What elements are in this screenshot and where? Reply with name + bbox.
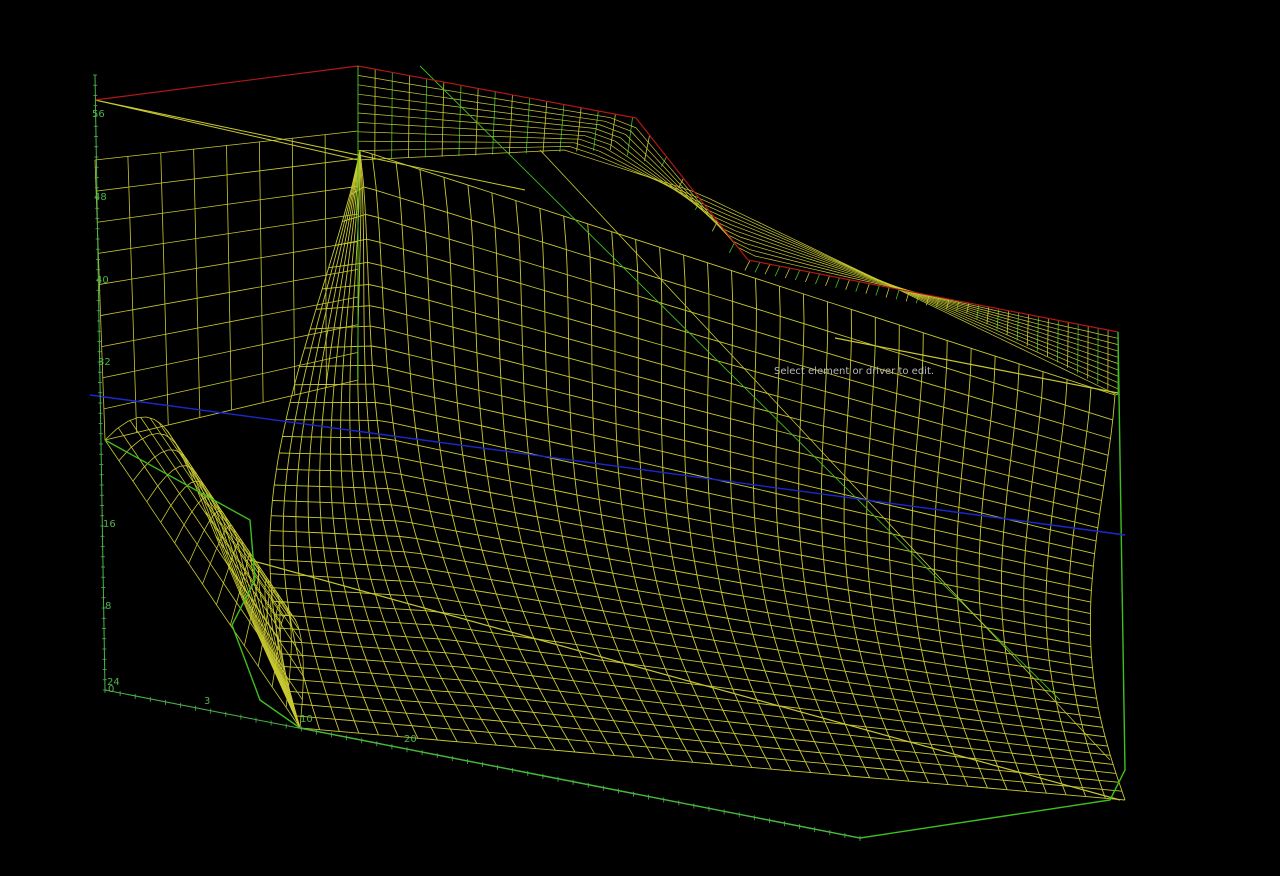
bottom-grid-line[interactable] bbox=[173, 439, 294, 617]
transom-grid-line[interactable] bbox=[226, 145, 232, 411]
bottom-grid-line[interactable] bbox=[129, 420, 304, 677]
side-station-line[interactable] bbox=[815, 273, 820, 285]
side-panel-row[interactable] bbox=[357, 140, 1118, 383]
bottom-grid-line[interactable] bbox=[104, 416, 301, 729]
side-station-line[interactable] bbox=[525, 98, 531, 154]
station-line[interactable] bbox=[295, 158, 359, 732]
transom-grid-line[interactable] bbox=[160, 152, 169, 426]
side-station-line[interactable] bbox=[1046, 318, 1049, 357]
waterline-contour[interactable] bbox=[322, 284, 1104, 487]
bottom-grid-line[interactable] bbox=[140, 416, 304, 658]
side-station-line[interactable] bbox=[855, 281, 860, 292]
bottom-grid-line[interactable] bbox=[202, 524, 301, 729]
waterline-contour[interactable] bbox=[296, 715, 1123, 792]
bottom-grid-line[interactable] bbox=[251, 621, 286, 670]
station-line[interactable] bbox=[443, 177, 576, 753]
bottom-grid-line[interactable] bbox=[180, 453, 290, 614]
side-station-line[interactable] bbox=[508, 94, 513, 155]
side-panel-row[interactable] bbox=[357, 131, 1118, 377]
side-station-line[interactable] bbox=[744, 260, 751, 271]
side-station-line[interactable] bbox=[559, 104, 565, 153]
side-station-line[interactable] bbox=[1036, 316, 1039, 352]
bottom-grid-line[interactable] bbox=[117, 427, 303, 700]
side-station-line[interactable] bbox=[754, 262, 761, 273]
bottom-grid-line[interactable] bbox=[149, 417, 302, 642]
side-station-line[interactable] bbox=[627, 117, 633, 156]
bottom-grid-line[interactable] bbox=[196, 489, 284, 618]
hull-mesh-layer[interactable] bbox=[94, 65, 1126, 801]
side-station-line[interactable] bbox=[728, 242, 735, 253]
vertical-tick-label: 0 bbox=[108, 684, 114, 695]
waterline-contour[interactable] bbox=[310, 325, 1100, 515]
side-panel-row[interactable] bbox=[357, 75, 1118, 339]
side-station-line[interactable] bbox=[542, 101, 548, 153]
side-station-line[interactable] bbox=[492, 91, 496, 155]
side-station-line[interactable] bbox=[845, 279, 850, 290]
vertical-tick-label: 48 bbox=[94, 192, 107, 203]
waterline-contour[interactable] bbox=[328, 261, 1107, 472]
side-station-line[interactable] bbox=[895, 289, 900, 300]
waterline-contour[interactable] bbox=[304, 345, 1098, 529]
side-station-line[interactable] bbox=[875, 285, 880, 296]
side-station-line[interactable] bbox=[784, 267, 791, 279]
side-station-line[interactable] bbox=[794, 269, 801, 281]
side-station-line[interactable] bbox=[885, 287, 890, 298]
horizontal-tick-label: 20 bbox=[404, 734, 417, 745]
side-station-line[interactable] bbox=[865, 283, 870, 294]
bottom-grid-line[interactable] bbox=[158, 421, 300, 631]
vertical-tick-label: 40 bbox=[96, 275, 109, 286]
waterline-contour[interactable] bbox=[299, 727, 1126, 801]
waterline-contour[interactable] bbox=[335, 238, 1109, 456]
vertical-tick-label: 16 bbox=[103, 519, 116, 530]
bottom-grid-line[interactable] bbox=[188, 469, 287, 615]
side-station-line[interactable] bbox=[458, 85, 462, 157]
side-station-line[interactable] bbox=[441, 82, 445, 157]
side-station-line[interactable] bbox=[1057, 320, 1059, 363]
vertical-tick-label: 8 bbox=[105, 601, 111, 612]
side-station-line[interactable] bbox=[764, 264, 771, 275]
side-station-line[interactable] bbox=[774, 266, 781, 277]
waterline-contour[interactable] bbox=[289, 690, 1117, 774]
transom-grid-line[interactable] bbox=[127, 156, 138, 433]
waterline-contour[interactable] bbox=[357, 149, 1116, 396]
side-panel-row[interactable] bbox=[357, 84, 1118, 345]
transom-grid-line[interactable] bbox=[193, 149, 201, 418]
waterline-contour[interactable] bbox=[280, 653, 1108, 747]
deck-edge-line bbox=[94, 65, 1119, 333]
side-station-line[interactable] bbox=[835, 277, 840, 288]
hull-wireframe-canvas[interactable]: 5648403216824031020 bbox=[0, 0, 1280, 876]
transom-grid-line[interactable] bbox=[324, 134, 327, 388]
waterline-contour[interactable] bbox=[271, 587, 1097, 699]
horizontal-tick-label: 10 bbox=[300, 714, 313, 725]
hull-outline bbox=[104, 331, 1126, 839]
waterline-contour[interactable] bbox=[271, 515, 1091, 648]
side-panel-row[interactable] bbox=[357, 146, 1118, 390]
waterline-contour[interactable] bbox=[273, 614, 1101, 719]
hull-3d-viewport[interactable]: 56 48 40 32 16 8 24 0 3 10 20 Select element or dr… bbox=[0, 0, 1280, 876]
station-line[interactable] bbox=[307, 157, 360, 734]
transom-grid-line[interactable] bbox=[258, 141, 264, 403]
waterline-contour[interactable] bbox=[276, 468, 1091, 615]
hull-frame-layer bbox=[89, 65, 1126, 839]
vertical-tick-label: 32 bbox=[98, 357, 111, 368]
side-station-line[interactable] bbox=[1026, 314, 1029, 347]
transom-grid-line[interactable] bbox=[291, 138, 296, 396]
side-station-line[interactable] bbox=[424, 78, 428, 158]
vertical-tick-label: 56 bbox=[92, 109, 105, 120]
station-line[interactable] bbox=[395, 161, 537, 749]
horizontal-tick-label: 3 bbox=[204, 696, 210, 707]
status-message: Select element or driver to edit. bbox=[774, 366, 935, 377]
side-station-line[interactable] bbox=[805, 271, 811, 283]
waterline-contour[interactable] bbox=[270, 530, 1092, 658]
diagonal-line[interactable] bbox=[419, 65, 1061, 701]
side-station-line[interactable] bbox=[825, 275, 830, 287]
